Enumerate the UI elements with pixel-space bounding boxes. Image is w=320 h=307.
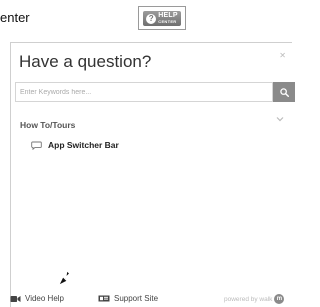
search-icon: [279, 87, 289, 97]
support-site-label: Support Site: [114, 294, 159, 303]
question-circle-icon: ?: [146, 13, 157, 24]
help-center-button-frame: ? HELP CENTER: [138, 6, 186, 30]
help-center-partial-label: enter: [0, 10, 30, 25]
powered-by-label: powered by walk m: [224, 294, 285, 304]
help-center-button[interactable]: ? HELP CENTER: [143, 11, 181, 26]
search-bar: [15, 82, 301, 102]
video-camera-icon: [10, 295, 21, 302]
support-site-link[interactable]: Support Site: [98, 294, 158, 303]
help-center-button-text: HELP CENTER: [158, 12, 177, 24]
powered-by-text: powered by walk: [224, 295, 273, 303]
search-button[interactable]: [273, 82, 295, 102]
help-panel: Have a question? ✕ How To/Tours App Swit…: [10, 42, 295, 307]
panel-title: Have a question?: [19, 52, 152, 71]
close-icon[interactable]: ✕: [279, 51, 286, 60]
center-label: CENTER: [158, 19, 177, 24]
list-item-app-switcher-bar[interactable]: App Switcher Bar: [31, 138, 119, 152]
panel-footer: Video Help Support Site powered by walk …: [0, 293, 290, 307]
chat-bubble-icon: [31, 141, 42, 150]
walkme-logo-icon: m: [274, 294, 285, 304]
video-help-label: Video Help: [25, 294, 64, 303]
chevron-down-icon: [276, 117, 284, 122]
video-help-link[interactable]: Video Help: [10, 294, 64, 303]
list-item-label: App Switcher Bar: [48, 140, 119, 150]
section-title: How To/Tours: [20, 120, 76, 130]
section-how-to-tours[interactable]: How To/Tours: [20, 115, 292, 130]
monitor-icon: [98, 295, 110, 301]
mouse-cursor-icon: [58, 270, 71, 286]
search-input[interactable]: [15, 82, 273, 102]
